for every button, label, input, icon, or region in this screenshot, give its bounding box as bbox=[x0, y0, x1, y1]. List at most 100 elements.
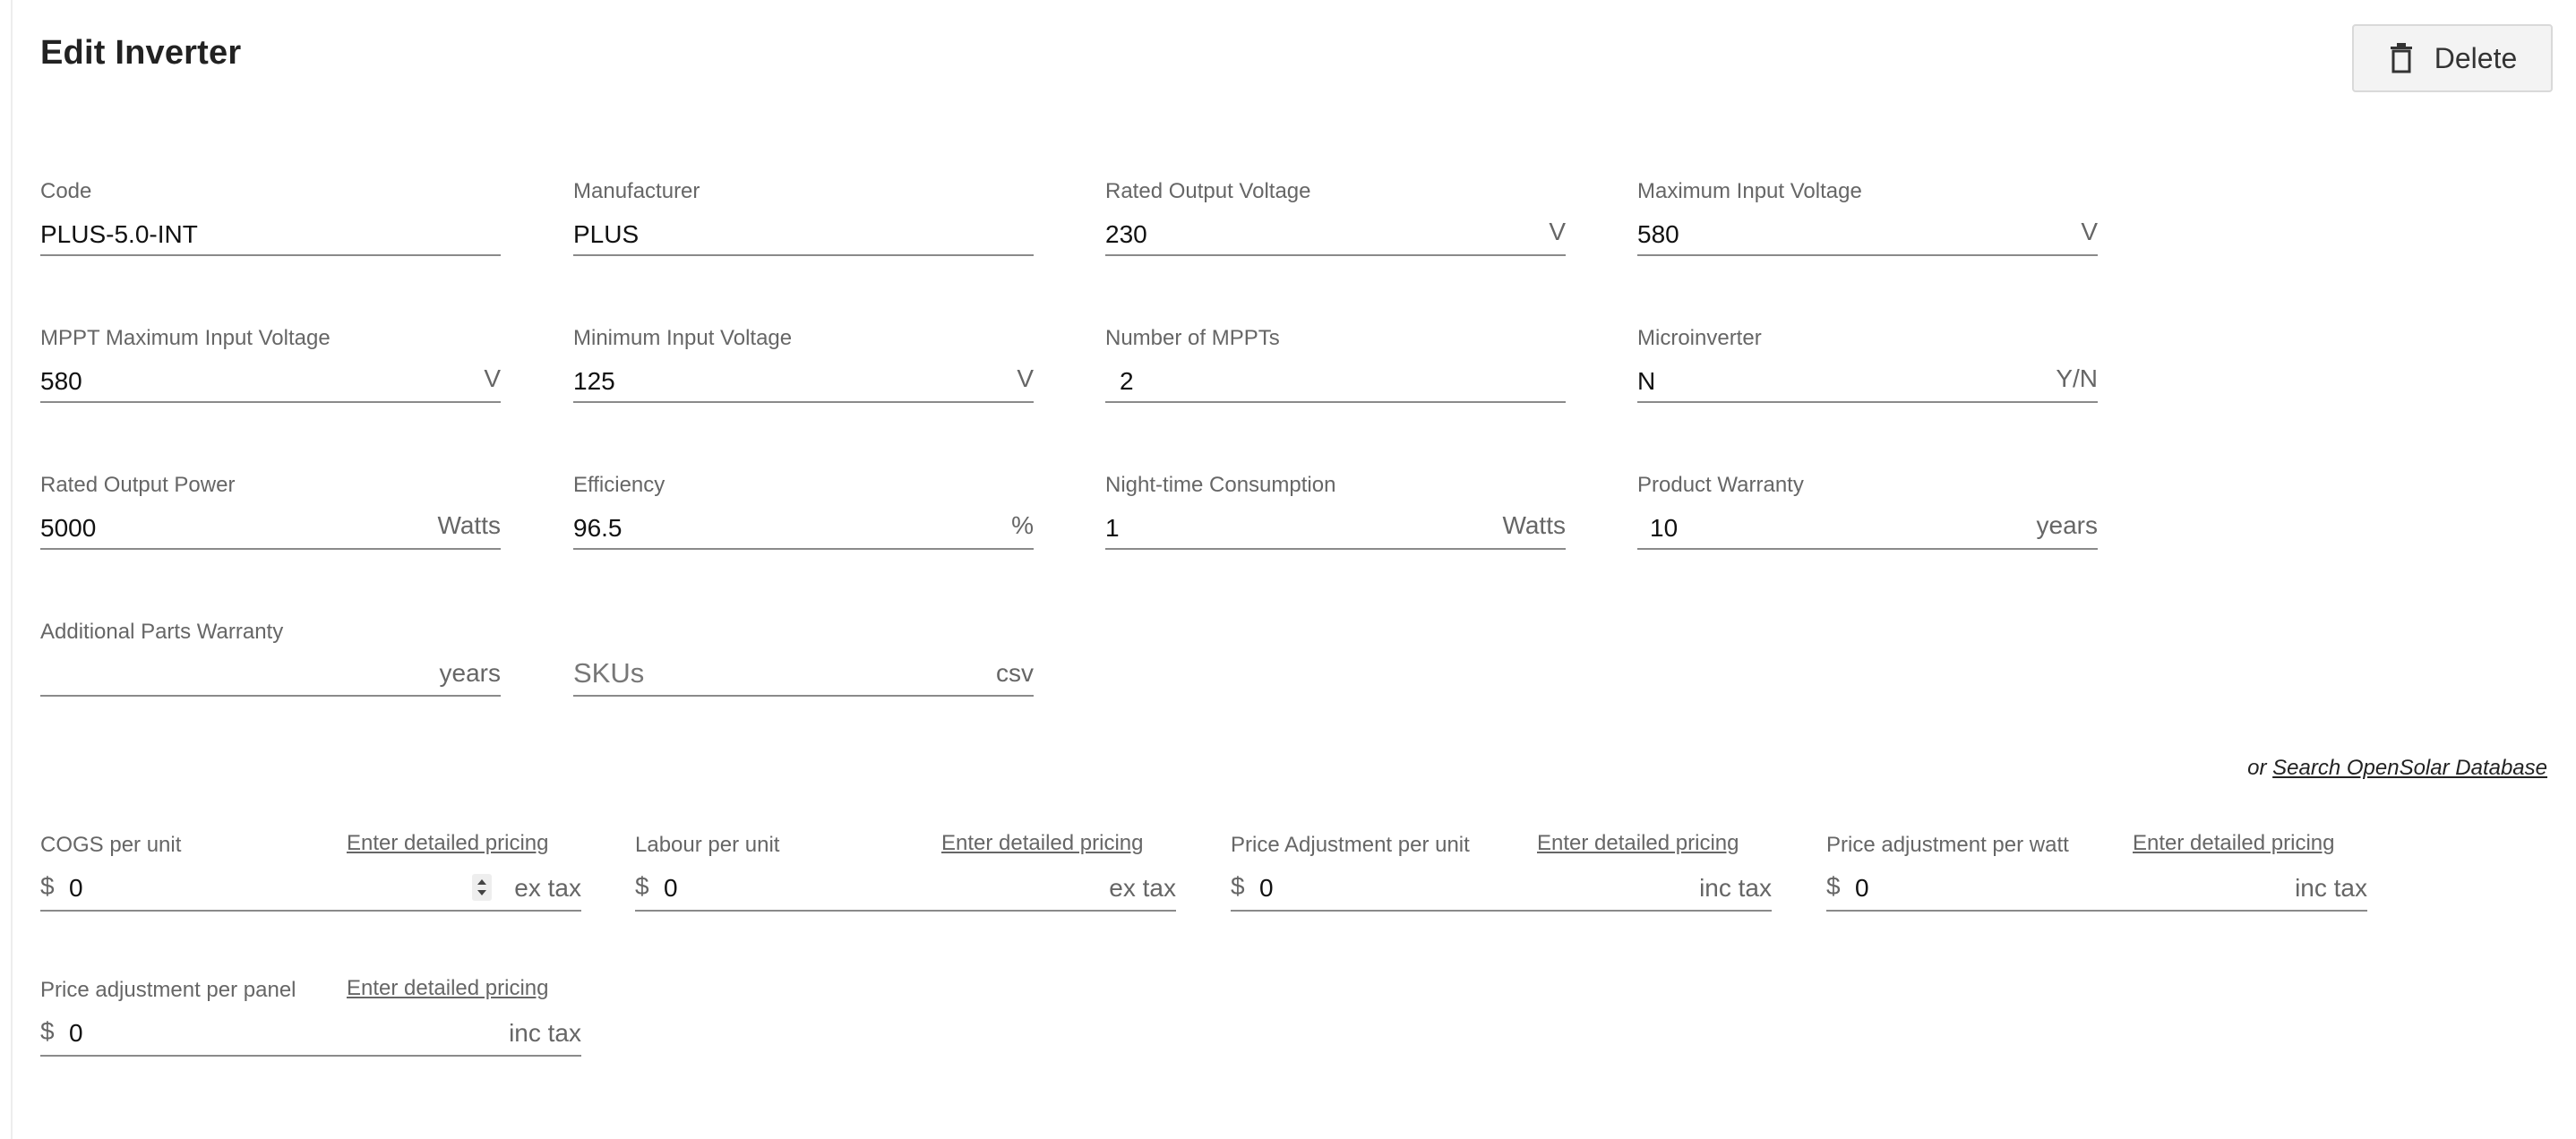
trash-icon bbox=[2390, 43, 2412, 73]
night-consumption-field[interactable]: Night-time Consumption 1 Watts bbox=[1105, 473, 1566, 553]
rated-output-power-input[interactable]: 5000 bbox=[40, 514, 96, 543]
search-database-row: or Search OpenSolar Database bbox=[2247, 756, 2547, 781]
price-adjustment-unit-detailed-pricing-link[interactable]: Enter detailed pricing bbox=[1537, 831, 1739, 856]
rated-output-voltage-field[interactable]: Rated Output Voltage 230 V bbox=[1105, 179, 1566, 260]
rated-output-power-label: Rated Output Power bbox=[40, 473, 236, 497]
price-adjustment-panel-field[interactable]: Price adjustment per panel Enter detaile… bbox=[40, 965, 581, 1058]
delete-button[interactable]: Delete bbox=[2352, 24, 2553, 92]
code-field[interactable]: Code PLUS-5.0-INT bbox=[40, 179, 501, 260]
cogs-detailed-pricing-link[interactable]: Enter detailed pricing bbox=[347, 831, 548, 856]
price-adjustment-unit-label: Price Adjustment per unit bbox=[1231, 833, 1470, 857]
microinverter-label: Microinverter bbox=[1637, 326, 1762, 350]
efficiency-input[interactable]: 96.5 bbox=[573, 514, 623, 543]
cogs-label: COGS per unit bbox=[40, 833, 182, 857]
labour-field[interactable]: Labour per unit Enter detailed pricing $… bbox=[635, 820, 1176, 913]
mppt-max-input-voltage-unit: V bbox=[484, 364, 501, 392]
mppt-max-input-voltage-input[interactable]: 580 bbox=[40, 367, 82, 396]
price-adjustment-watt-unit: inc tax bbox=[2295, 874, 2367, 902]
left-divider bbox=[11, 0, 13, 1139]
efficiency-field[interactable]: Efficiency 96.5 % bbox=[573, 473, 1034, 553]
field-underline bbox=[1637, 548, 2098, 550]
product-warranty-unit: years bbox=[2036, 511, 2098, 539]
code-label: Code bbox=[40, 179, 92, 203]
rated-output-voltage-unit: V bbox=[1549, 218, 1566, 245]
field-underline bbox=[1105, 254, 1566, 256]
mppt-max-input-voltage-label: MPPT Maximum Input Voltage bbox=[40, 326, 331, 350]
min-input-voltage-label: Minimum Input Voltage bbox=[573, 326, 793, 350]
labour-input[interactable]: 0 bbox=[664, 874, 678, 903]
cogs-unit: ex tax bbox=[514, 874, 581, 902]
spinner-arrows-icon[interactable] bbox=[472, 872, 492, 903]
rated-output-voltage-label: Rated Output Voltage bbox=[1105, 179, 1311, 203]
manufacturer-field[interactable]: Manufacturer PLUS bbox=[573, 179, 1034, 260]
min-input-voltage-field[interactable]: Minimum Input Voltage 125 V bbox=[573, 326, 1034, 407]
product-warranty-input[interactable]: 10 bbox=[1650, 514, 1678, 543]
price-adjustment-watt-input[interactable]: 0 bbox=[1855, 874, 1869, 903]
labour-label: Labour per unit bbox=[635, 833, 780, 857]
price-adjustment-panel-input[interactable]: 0 bbox=[69, 1019, 83, 1048]
labour-detailed-pricing-link[interactable]: Enter detailed pricing bbox=[941, 831, 1143, 856]
cogs-currency: $ bbox=[40, 872, 55, 900]
price-adjustment-unit-field[interactable]: Price Adjustment per unit Enter detailed… bbox=[1231, 820, 1772, 913]
min-input-voltage-unit: V bbox=[1017, 364, 1034, 392]
num-mppts-input[interactable]: 2 bbox=[1120, 367, 1134, 396]
page-title: Edit Inverter bbox=[40, 34, 242, 72]
field-underline bbox=[1637, 254, 2098, 256]
night-consumption-input[interactable]: 1 bbox=[1105, 514, 1120, 543]
price-adjustment-panel-detailed-pricing-link[interactable]: Enter detailed pricing bbox=[347, 976, 548, 1001]
delete-label: Delete bbox=[2434, 41, 2518, 74]
mppt-max-input-voltage-field[interactable]: MPPT Maximum Input Voltage 580 V bbox=[40, 326, 501, 407]
rated-output-power-field[interactable]: Rated Output Power 5000 Watts bbox=[40, 473, 501, 553]
microinverter-unit: Y/N bbox=[2056, 364, 2098, 392]
price-adjustment-watt-label: Price adjustment per watt bbox=[1826, 833, 2069, 857]
price-adjustment-watt-detailed-pricing-link[interactable]: Enter detailed pricing bbox=[2133, 831, 2334, 856]
field-underline bbox=[1105, 548, 1566, 550]
rated-output-power-unit: Watts bbox=[437, 511, 501, 539]
search-opensolar-database-link[interactable]: Search OpenSolar Database bbox=[2272, 756, 2547, 780]
max-input-voltage-label: Maximum Input Voltage bbox=[1637, 179, 1862, 203]
additional-parts-warranty-unit: years bbox=[439, 659, 501, 687]
field-underline bbox=[40, 1055, 581, 1057]
field-underline bbox=[40, 695, 501, 697]
efficiency-unit: % bbox=[1011, 511, 1034, 539]
price-adjustment-unit-unit: inc tax bbox=[1699, 874, 1772, 902]
additional-parts-warranty-field[interactable]: Additional Parts Warranty years bbox=[40, 620, 501, 700]
efficiency-label: Efficiency bbox=[573, 473, 665, 497]
product-warranty-field[interactable]: Product Warranty 10 years bbox=[1637, 473, 2098, 553]
field-underline bbox=[635, 910, 1176, 912]
field-underline bbox=[573, 254, 1034, 256]
field-underline bbox=[40, 254, 501, 256]
field-underline bbox=[1826, 910, 2367, 912]
price-adjustment-panel-label: Price adjustment per panel bbox=[40, 978, 296, 1002]
max-input-voltage-input[interactable]: 580 bbox=[1637, 220, 1679, 249]
microinverter-input[interactable]: N bbox=[1637, 367, 1655, 396]
skus-input[interactable]: SKUs bbox=[573, 657, 644, 689]
field-underline bbox=[40, 910, 581, 912]
cogs-field[interactable]: COGS per unit Enter detailed pricing $ 0… bbox=[40, 820, 581, 913]
labour-currency: $ bbox=[635, 872, 649, 900]
skus-field[interactable]: SKUs csv bbox=[573, 620, 1034, 700]
field-underline bbox=[573, 401, 1034, 403]
rated-output-voltage-input[interactable]: 230 bbox=[1105, 220, 1147, 249]
field-underline bbox=[1105, 401, 1566, 403]
night-consumption-unit: Watts bbox=[1502, 511, 1566, 539]
max-input-voltage-unit: V bbox=[2081, 218, 2098, 245]
manufacturer-label: Manufacturer bbox=[573, 179, 700, 203]
labour-unit: ex tax bbox=[1109, 874, 1176, 902]
field-underline bbox=[1637, 401, 2098, 403]
num-mppts-field[interactable]: Number of MPPTs 2 bbox=[1105, 326, 1566, 407]
price-adjustment-unit-input[interactable]: 0 bbox=[1259, 874, 1274, 903]
field-underline bbox=[573, 548, 1034, 550]
manufacturer-input[interactable]: PLUS bbox=[573, 220, 639, 249]
code-input[interactable]: PLUS-5.0-INT bbox=[40, 220, 198, 249]
cogs-input[interactable]: 0 bbox=[69, 874, 83, 903]
field-underline bbox=[40, 548, 501, 550]
max-input-voltage-field[interactable]: Maximum Input Voltage 580 V bbox=[1637, 179, 2098, 260]
microinverter-field[interactable]: Microinverter N Y/N bbox=[1637, 326, 2098, 407]
price-adjustment-unit-currency: $ bbox=[1231, 872, 1245, 900]
night-consumption-label: Night-time Consumption bbox=[1105, 473, 1336, 497]
edit-inverter-page: Edit Inverter Delete Code PLUS-5.0-INT M… bbox=[0, 0, 2576, 1139]
product-warranty-label: Product Warranty bbox=[1637, 473, 1804, 497]
price-adjustment-watt-field[interactable]: Price adjustment per watt Enter detailed… bbox=[1826, 820, 2367, 913]
min-input-voltage-input[interactable]: 125 bbox=[573, 367, 615, 396]
